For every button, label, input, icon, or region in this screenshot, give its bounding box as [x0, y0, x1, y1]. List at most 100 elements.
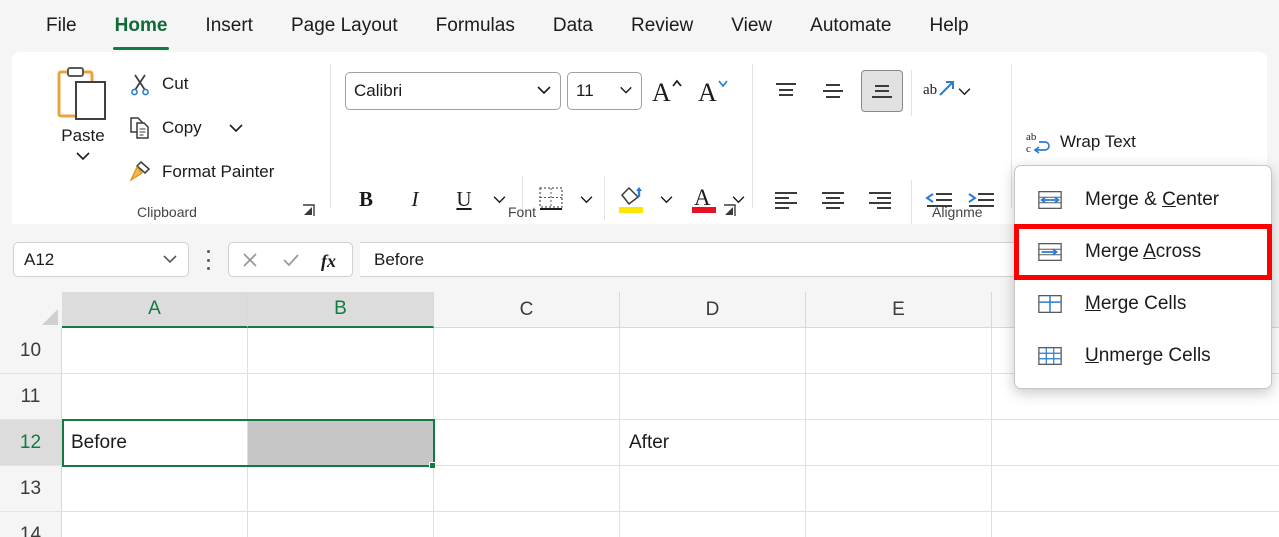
bold-button[interactable]: B	[349, 182, 383, 216]
cell-d12[interactable]: After	[620, 420, 806, 466]
cut-label: Cut	[162, 74, 189, 93]
align-bottom-button[interactable]	[861, 70, 903, 112]
cell-c11[interactable]	[434, 374, 620, 420]
cell-c14[interactable]	[434, 512, 620, 537]
cell-a12[interactable]: Before	[62, 420, 248, 466]
cell-b14[interactable]	[248, 512, 434, 537]
cell-a11[interactable]	[62, 374, 248, 420]
tab-view[interactable]: View	[715, 11, 788, 41]
cell-a14[interactable]	[62, 512, 248, 537]
paste-button[interactable]: Paste	[44, 66, 122, 186]
menu-item-unmerge-cells[interactable]: Unmerge Cells	[1015, 330, 1271, 382]
cell-f13[interactable]	[992, 466, 1279, 512]
font-dialog-launcher[interactable]	[722, 203, 738, 219]
tab-formulas[interactable]: Formulas	[420, 11, 531, 41]
fx-icon[interactable]: fx	[315, 243, 349, 276]
row-header-12[interactable]: 12	[0, 420, 62, 466]
select-all-corner[interactable]	[0, 292, 62, 328]
fill-handle[interactable]	[429, 462, 436, 469]
cell-b12[interactable]	[248, 420, 434, 466]
tab-insert[interactable]: Insert	[189, 11, 269, 41]
column-header-a[interactable]: A	[62, 292, 248, 328]
cell-d13[interactable]	[620, 466, 806, 512]
tab-data[interactable]: Data	[537, 11, 609, 41]
name-box-value: A12	[24, 249, 55, 269]
menu-item-merge-and-center[interactable]: Merge & Center	[1015, 174, 1271, 226]
cell-f12[interactable]	[992, 420, 1279, 466]
shrink-font-icon: A	[698, 78, 728, 106]
cancel-x-icon[interactable]	[233, 243, 267, 276]
align-center-button[interactable]	[814, 182, 852, 220]
orientation-chevron-down-icon[interactable]	[951, 76, 977, 106]
tab-home[interactable]: Home	[99, 11, 184, 50]
cell-c12[interactable]	[434, 420, 620, 466]
paste-chevron-down-icon[interactable]	[75, 148, 91, 166]
cell-b11[interactable]	[248, 374, 434, 420]
cell-c13[interactable]	[434, 466, 620, 512]
column-header-b[interactable]: B	[248, 292, 434, 328]
cell-b13[interactable]	[248, 466, 434, 512]
cell-d10[interactable]	[620, 328, 806, 374]
align-middle-button[interactable]	[814, 72, 852, 110]
cell-a10[interactable]	[62, 328, 248, 374]
cut-button[interactable]: Cut	[128, 68, 194, 100]
menu-item-merge-cells[interactable]: Merge Cells	[1015, 278, 1271, 330]
tab-file[interactable]: File	[30, 11, 93, 41]
decrease-font-size-button[interactable]: A	[694, 74, 732, 108]
align-right-icon	[869, 192, 891, 209]
tab-review[interactable]: Review	[615, 11, 709, 41]
tab-help[interactable]: Help	[913, 11, 984, 41]
name-box[interactable]: A12	[13, 242, 189, 277]
cell-f14[interactable]	[992, 512, 1279, 537]
font-name-combo[interactable]: Calibri	[345, 72, 561, 110]
svg-text:A: A	[652, 78, 671, 106]
column-header-e[interactable]: E	[806, 292, 992, 328]
tab-automate[interactable]: Automate	[794, 11, 907, 41]
font-name-chevron-down-icon[interactable]	[536, 82, 560, 100]
excel-window: File Home Insert Page Layout Formulas Da…	[0, 0, 1279, 537]
font-size-combo[interactable]: 11	[567, 72, 642, 110]
cell-c10[interactable]	[434, 328, 620, 374]
tab-page-layout[interactable]: Page Layout	[275, 11, 414, 41]
name-box-chevron-down-icon[interactable]	[162, 251, 188, 269]
column-header-c[interactable]: C	[434, 292, 620, 328]
formula-bar-controls: fx	[228, 242, 353, 277]
fill-color-chevron-down-icon[interactable]	[653, 184, 679, 214]
cell-d11[interactable]	[620, 374, 806, 420]
cell-e14[interactable]	[806, 512, 992, 537]
row-header-14[interactable]: 14	[0, 512, 62, 537]
row-header-13[interactable]: 13	[0, 466, 62, 512]
cell-e13[interactable]	[806, 466, 992, 512]
cell-e10[interactable]	[806, 328, 992, 374]
format-painter-button[interactable]: Format Painter	[128, 156, 280, 188]
fill-color-button[interactable]	[613, 180, 649, 216]
row-header-10[interactable]: 10	[0, 328, 62, 374]
formula-bar-more-options-icon[interactable]	[202, 250, 214, 270]
font-size-chevron-down-icon[interactable]	[619, 82, 641, 100]
increase-font-size-button[interactable]: A	[648, 74, 686, 108]
row-header-11[interactable]: 11	[0, 374, 62, 420]
align-right-button[interactable]	[861, 182, 899, 220]
wrap-text-button[interactable]: ab c Wrap Text	[1017, 124, 1197, 160]
column-header-d[interactable]: D	[620, 292, 806, 328]
copy-button[interactable]: Copy	[128, 112, 208, 144]
font-color-button[interactable]: A	[686, 180, 722, 216]
text-orientation-icon: ab	[923, 81, 954, 98]
menu-item-merge-across[interactable]: Merge Across	[1015, 226, 1271, 278]
unmerge-cells-icon	[1038, 346, 1062, 366]
align-top-button[interactable]	[767, 72, 805, 110]
cell-d14[interactable]	[620, 512, 806, 537]
cell-e12[interactable]	[806, 420, 992, 466]
clipboard-dialog-launcher[interactable]	[301, 203, 317, 219]
italic-button[interactable]: I	[398, 182, 432, 216]
cell-b10[interactable]	[248, 328, 434, 374]
copy-chevron-down-icon[interactable]	[222, 114, 250, 142]
cell-a13[interactable]	[62, 466, 248, 512]
cell-e11[interactable]	[806, 374, 992, 420]
scissors-icon	[131, 74, 149, 96]
format-painter-label: Format Painter	[162, 162, 275, 181]
align-center-icon	[822, 192, 844, 209]
align-left-button[interactable]	[767, 182, 805, 220]
check-icon[interactable]	[274, 243, 308, 276]
formula-value: Before	[374, 249, 425, 269]
